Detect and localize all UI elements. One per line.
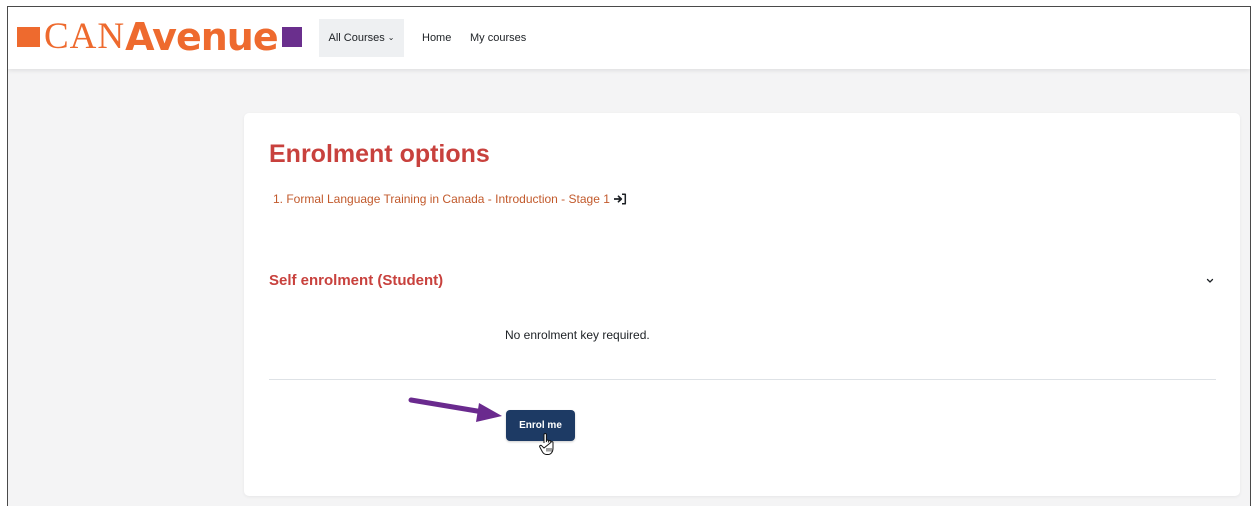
enrolment-key-info: No enrolment key required. [505, 328, 650, 342]
logo-purple-square [281, 27, 302, 47]
logo-text-can: CAN [44, 16, 126, 57]
enrolment-card: Enrolment options 1. Formal Language Tra… [244, 113, 1240, 496]
arrow-right-icon [408, 397, 502, 422]
navbar: CAN Avenue All Courses ⌄ Home My courses [8, 7, 1250, 69]
site-logo[interactable]: CAN Avenue [17, 17, 302, 57]
nav-my-courses-link[interactable]: My courses [470, 19, 526, 57]
nav-all-courses-dropdown[interactable]: All Courses ⌄ [319, 19, 404, 57]
chevron-down-icon[interactable] [1204, 275, 1216, 287]
sign-in-icon [613, 193, 626, 205]
nav-home-link[interactable]: Home [422, 19, 451, 57]
browser-viewport: CAN Avenue All Courses ⌄ Home My courses … [7, 6, 1251, 506]
course-link-label: 1. Formal Language Training in Canada - … [273, 192, 610, 206]
nav-all-courses-label: All Courses [328, 32, 385, 44]
divider [269, 379, 1216, 380]
course-link[interactable]: 1. Formal Language Training in Canada - … [273, 192, 627, 206]
hand-cursor-icon [539, 433, 554, 455]
page-title: Enrolment options [269, 140, 490, 168]
chevron-down-icon: ⌄ [387, 33, 395, 42]
section-title: Self enrolment (Student) [269, 272, 444, 289]
logo-text-avenue: Avenue [125, 15, 278, 59]
logo-orange-square [17, 27, 40, 47]
